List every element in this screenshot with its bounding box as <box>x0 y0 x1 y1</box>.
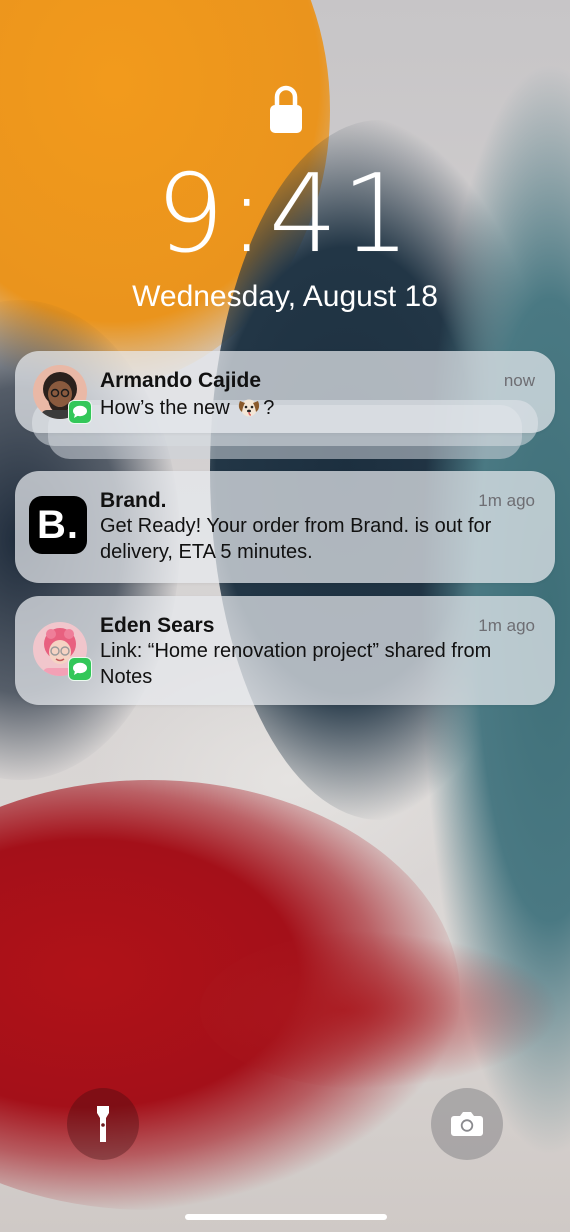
notification-brand[interactable]: B. Brand. 1m ago Get Ready! Your order f… <box>15 471 555 583</box>
camera-icon <box>451 1112 483 1136</box>
notification-timestamp: 1m ago <box>478 616 535 635</box>
flashlight-icon <box>97 1106 109 1142</box>
notification-body: Link: “Home renovation project” shared f… <box>100 640 492 688</box>
notification-body: How’s the new ? <box>100 396 275 419</box>
notification-timestamp: now <box>503 371 535 390</box>
clock-date: Wednesday, August 18 <box>132 280 438 313</box>
home-indicator[interactable] <box>185 1214 387 1220</box>
dog-face-emoji <box>237 396 261 418</box>
messages-icon <box>68 400 92 424</box>
lock-icon <box>269 84 303 134</box>
flashlight-button[interactable] <box>67 1088 139 1160</box>
notification-eden-sears[interactable]: Eden Sears 1m ago Link: “Home renovation… <box>15 596 555 705</box>
brand-app-icon: B. <box>29 496 87 554</box>
notification-armando-cajide[interactable]: Armando Cajide now How’s the new ? <box>15 351 555 433</box>
clock-time: 9:41 <box>155 152 415 277</box>
lock-screen: 9:41 Wednesday, August 18 Armando Cajide… <box>0 0 570 1232</box>
notification-body: Get Ready! Your order from Brand. is out… <box>100 515 492 563</box>
notification-sender: Armando Cajide <box>100 369 262 392</box>
notification-sender: Brand. <box>100 489 167 512</box>
camera-button[interactable] <box>431 1088 503 1160</box>
messages-icon <box>68 657 92 681</box>
notification-sender: Eden Sears <box>100 614 215 637</box>
notification-timestamp: 1m ago <box>478 491 535 510</box>
